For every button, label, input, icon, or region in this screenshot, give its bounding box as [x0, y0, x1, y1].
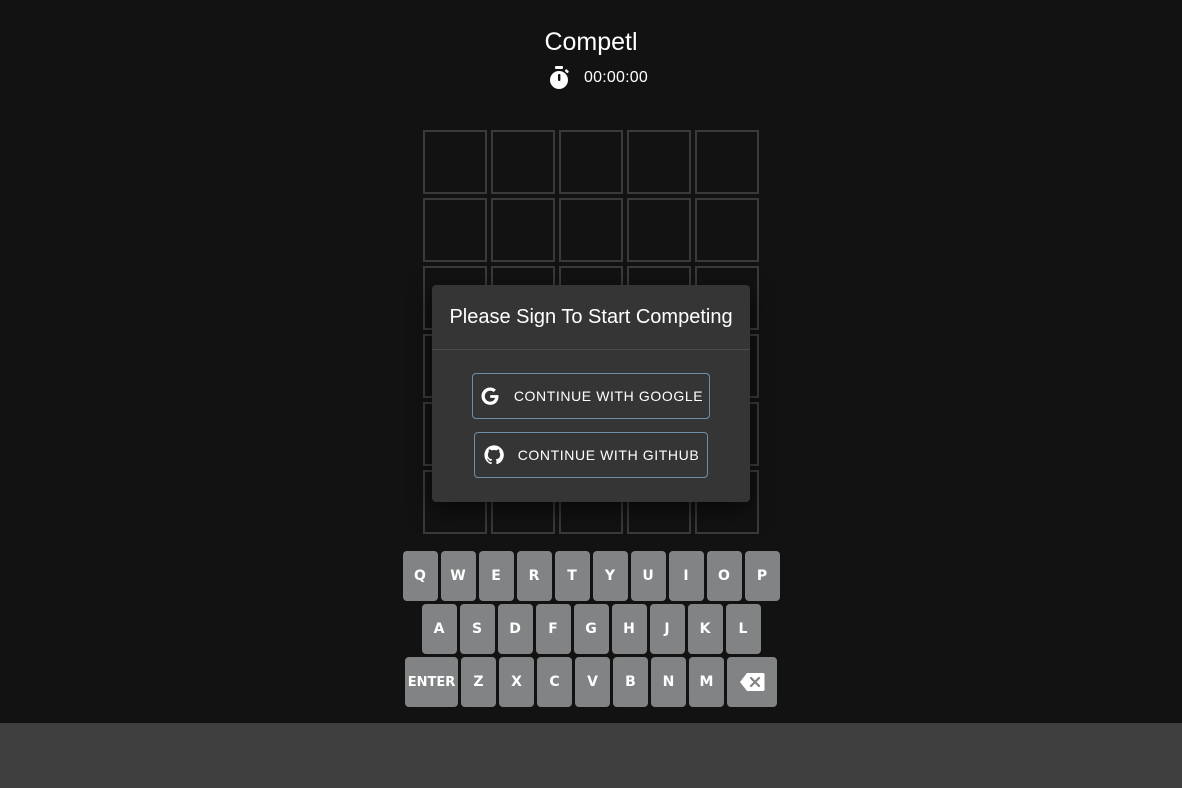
google-button-label: CONTINUE WITH GOOGLE — [513, 388, 704, 404]
key-b[interactable]: B — [613, 657, 648, 707]
key-m[interactable]: M — [689, 657, 724, 707]
continue-with-google-button[interactable]: CONTINUE WITH GOOGLE — [472, 373, 710, 419]
key-u[interactable]: U — [630, 551, 666, 601]
letter-tile — [695, 130, 759, 194]
timer: 00:00:00 — [0, 66, 1182, 90]
key-v[interactable]: V — [575, 657, 610, 707]
key-p[interactable]: P — [744, 551, 780, 601]
bottom-bar — [0, 723, 1182, 788]
letter-tile — [559, 130, 623, 194]
stopwatch-icon — [550, 66, 569, 89]
backspace-icon — [740, 673, 765, 691]
letter-tile — [491, 198, 555, 262]
key-d[interactable]: D — [497, 604, 533, 654]
github-button-label: CONTINUE WITH GITHUB — [517, 447, 700, 463]
letter-tile — [695, 198, 759, 262]
timer-value: 00:00:00 — [584, 69, 648, 86]
continue-with-github-button[interactable]: CONTINUE WITH GITHUB — [474, 432, 708, 478]
letter-tile — [423, 130, 487, 194]
key-z[interactable]: Z — [461, 657, 496, 707]
key-h[interactable]: H — [611, 604, 647, 654]
key-y[interactable]: Y — [592, 551, 628, 601]
key-c[interactable]: C — [537, 657, 572, 707]
key-enter[interactable]: ENTER — [405, 657, 458, 707]
key-backspace[interactable] — [727, 657, 777, 707]
keyboard: QWERTYUIOP ASDFGHJKL ENTER Z X C V B N M — [0, 551, 1182, 710]
keyboard-row-2: ASDFGHJKL — [0, 604, 1182, 654]
key-l[interactable]: L — [725, 604, 761, 654]
key-w[interactable]: W — [440, 551, 476, 601]
key-k[interactable]: K — [687, 604, 723, 654]
key-e[interactable]: E — [478, 551, 514, 601]
dialog-title: Please Sign To Start Competing — [432, 285, 750, 350]
key-i[interactable]: I — [668, 551, 704, 601]
letter-tile — [627, 130, 691, 194]
key-t[interactable]: T — [554, 551, 590, 601]
letter-tile — [423, 198, 487, 262]
key-f[interactable]: F — [535, 604, 571, 654]
key-n[interactable]: N — [651, 657, 686, 707]
keyboard-row-3: ENTER Z X C V B N M — [0, 657, 1182, 707]
key-x[interactable]: X — [499, 657, 534, 707]
google-icon — [481, 387, 499, 405]
key-o[interactable]: O — [706, 551, 742, 601]
key-g[interactable]: G — [573, 604, 609, 654]
sign-in-dialog: Please Sign To Start Competing CONTINUE … — [432, 285, 750, 502]
key-j[interactable]: J — [649, 604, 685, 654]
letter-tile — [627, 198, 691, 262]
page-title: Competl — [544, 28, 638, 56]
key-q[interactable]: Q — [402, 551, 438, 601]
key-r[interactable]: R — [516, 551, 552, 601]
letter-tile — [559, 198, 623, 262]
key-a[interactable]: A — [421, 604, 457, 654]
keyboard-row-1: QWERTYUIOP — [0, 551, 1182, 601]
key-s[interactable]: S — [459, 604, 495, 654]
github-icon — [484, 445, 504, 465]
letter-tile — [491, 130, 555, 194]
